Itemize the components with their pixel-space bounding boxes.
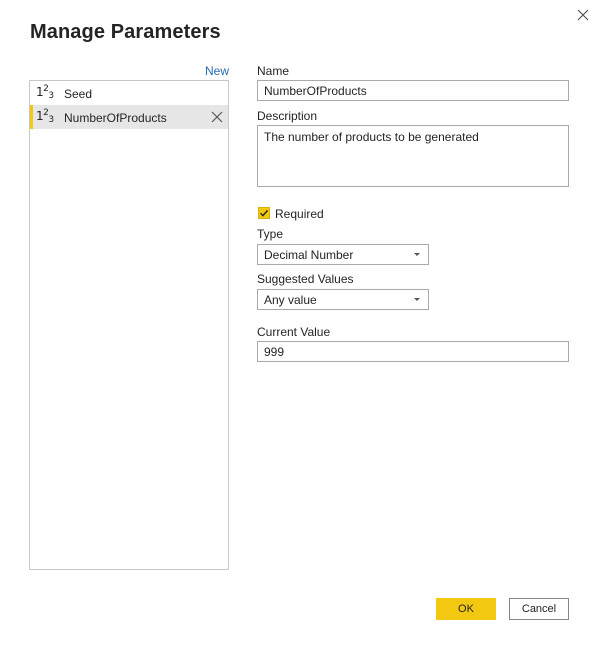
current-value-label: Current Value — [257, 325, 331, 339]
number-type-icon: 123 — [36, 84, 54, 101]
new-parameter-link[interactable]: New — [205, 64, 229, 78]
name-label: Name — [257, 64, 290, 78]
suggested-values-select[interactable]: Any value — [257, 289, 429, 310]
type-select-value: Decimal Number — [264, 248, 354, 262]
chevron-down-icon — [414, 253, 420, 256]
description-field[interactable]: The number of products to be generated — [257, 125, 569, 187]
remove-parameter-icon[interactable] — [210, 110, 224, 124]
dialog-title: Manage Parameters — [30, 21, 221, 43]
suggested-values-label: Suggested Values — [257, 272, 354, 286]
chevron-down-icon — [414, 298, 420, 301]
suggested-values-value: Any value — [264, 293, 317, 307]
ok-button[interactable]: OK — [436, 598, 496, 620]
type-select[interactable]: Decimal Number — [257, 244, 429, 265]
cancel-button[interactable]: Cancel — [509, 598, 569, 620]
parameter-list: 123 Seed 123 NumberOfProducts — [29, 80, 229, 570]
checkmark-icon — [260, 209, 269, 217]
type-label: Type — [257, 227, 284, 241]
list-item-seed[interactable]: 123 Seed — [30, 81, 228, 105]
required-label: Required — [275, 207, 324, 221]
current-value-field[interactable]: 999 — [257, 341, 569, 362]
description-label: Description — [257, 109, 318, 123]
list-item-label: Seed — [64, 87, 93, 101]
close-icon — [577, 9, 589, 21]
number-type-icon: 123 — [36, 108, 54, 125]
required-checkbox[interactable] — [258, 207, 270, 219]
list-item-numberofproducts[interactable]: 123 NumberOfProducts — [30, 105, 228, 129]
list-item-label: NumberOfProducts — [64, 111, 167, 125]
close-button[interactable] — [572, 4, 594, 26]
name-field[interactable]: NumberOfProducts — [257, 80, 569, 101]
